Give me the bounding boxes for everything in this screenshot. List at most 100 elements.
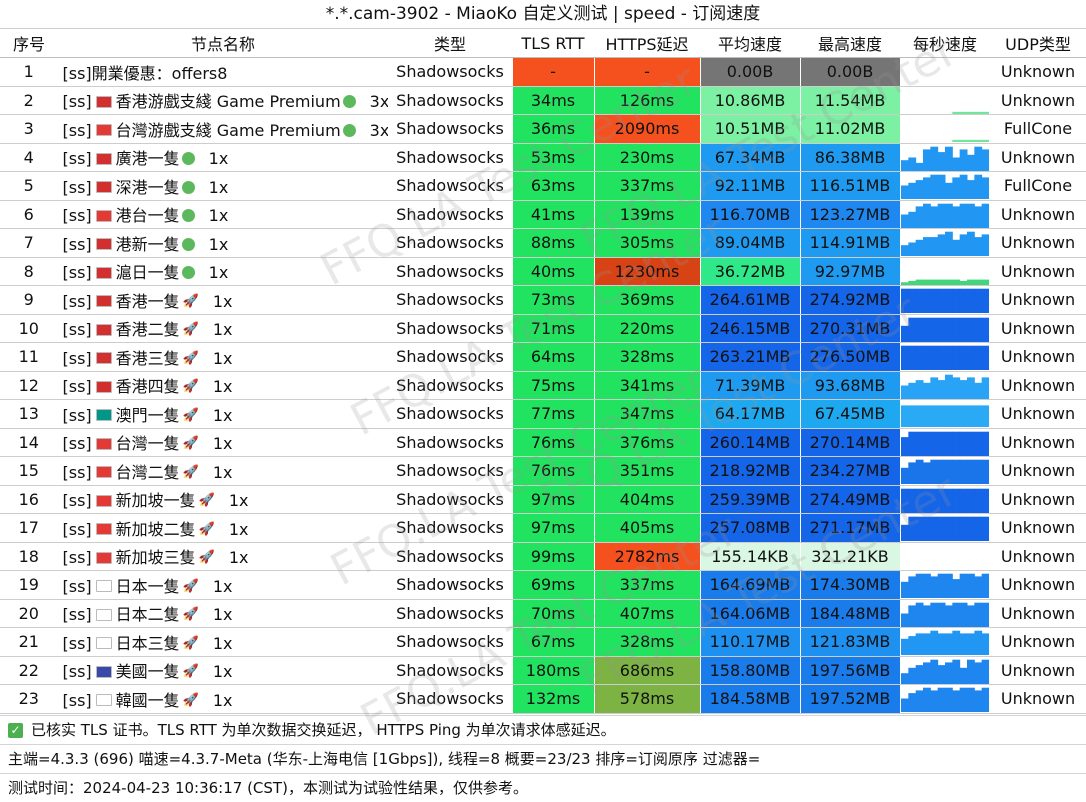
table-row[interactable]: 13 [ss] 澳門一隻 🚀 1x Shadowsocks 77ms 347ms 64.17MB… <box>0 399 1086 429</box>
col-max-speed[interactable]: 最高速度 <box>800 29 900 58</box>
speed-bar <box>922 237 931 256</box>
node-type: Shadowsocks <box>388 143 513 172</box>
col-type[interactable]: 类型 <box>388 29 512 58</box>
tls-note: 已核实 TLS 证书。TLS RTT 为单次数据交换延迟， HTTPS Ping… <box>31 721 616 739</box>
max-speed: 276.50MB <box>800 342 901 372</box>
speed-bar <box>981 376 989 399</box>
table-row[interactable]: 23 [ss] 韓國一隻 🚀 1x Shadowsocks 132ms 578ms 184.58… <box>0 684 1086 714</box>
table-row[interactable]: 19 [ss] 日本一隻 🚀 1x Shadowsocks 69ms 337ms 164.69M… <box>0 570 1086 600</box>
speed-bar <box>973 630 982 655</box>
table-row[interactable]: 10 [ss] 香港二隻 🚀 1x Shadowsocks 71ms 220ms 246.15M… <box>0 314 1086 343</box>
udp-type: Unknown <box>990 371 1086 400</box>
node-name: [ss] 香港二隻 🚀 1x <box>58 314 389 343</box>
speed-bar <box>959 203 967 228</box>
node-label: 韓國一隻 <box>115 690 180 710</box>
table-row[interactable]: 2 [ss] 香港游戲支綫 Game Premium 3x Shadowsocks 34m… <box>0 86 1086 115</box>
speed-bar <box>944 516 953 541</box>
speed-bar <box>944 633 953 655</box>
speed-bar <box>981 177 989 199</box>
col-per-second[interactable]: 每秒速度 <box>900 29 990 58</box>
row-index: 1 <box>0 57 59 87</box>
speed-bar <box>900 385 909 399</box>
tls-rtt: 71ms <box>512 314 595 343</box>
col-avg-speed[interactable]: 平均速度 <box>700 29 800 58</box>
table-row[interactable]: 4 [ss] 廣港一隻 1x Shadowsocks 53ms 230ms 67.34MB 86… <box>0 143 1086 172</box>
speed-bar <box>915 602 923 627</box>
table-row[interactable]: 14 [ss] 台灣一隻 🚀 1x Shadowsocks 76ms 376ms 260.14M… <box>0 428 1086 457</box>
row-index: 19 <box>0 570 59 600</box>
max-speed: 234.27MB <box>800 456 901 486</box>
table-row[interactable]: 20 [ss] 日本二隻 🚀 1x Shadowsocks 70ms 407ms 164.06M… <box>0 599 1086 628</box>
speed-bar <box>973 288 982 313</box>
speed-bar <box>915 379 923 399</box>
flag-icon <box>95 466 112 479</box>
col-index[interactable]: 序号 <box>0 29 58 58</box>
speed-bar <box>966 345 975 370</box>
rocket-icon: 🚀 <box>182 578 199 594</box>
speed-bar <box>959 288 967 313</box>
rate-multiplier: 3x <box>369 92 388 112</box>
speed-sparkline <box>900 573 989 598</box>
table-row[interactable]: 12 [ss] 香港四隻 🚀 1x Shadowsocks 75ms 341ms 71.39MB… <box>0 371 1086 400</box>
speed-graph <box>900 285 991 315</box>
speed-bar <box>944 182 953 199</box>
tls-rtt: 77ms <box>512 399 595 429</box>
avg-speed: 10.51MB <box>700 114 801 144</box>
node-type: Shadowsocks <box>388 513 513 543</box>
green-dot-icon <box>342 95 356 109</box>
node-protocol-tag: [ss] <box>62 206 92 226</box>
table-row[interactable]: 3 [ss] 台灣游戲支綫 Game Premium 3x Shadowsocks 36m… <box>0 114 1086 144</box>
speed-bar <box>973 661 982 684</box>
row-index: 16 <box>0 485 59 514</box>
table-row[interactable]: 5 [ss] 深港一隻 1x Shadowsocks 63ms 337ms 92.11MB 11… <box>0 171 1086 201</box>
node-name: [ss] 港台一隻 1x <box>58 200 389 229</box>
row-index: 13 <box>0 399 59 429</box>
table-row[interactable]: 15 [ss] 台灣二隻 🚀 1x Shadowsocks 76ms 351ms 218.92M… <box>0 456 1086 486</box>
table-row[interactable]: 16 [ss] 新加坡一隻 🚀 1x Shadowsocks 97ms 404ms 259.39… <box>0 485 1086 514</box>
flag-icon <box>95 266 112 279</box>
speed-bar <box>937 431 945 456</box>
table-row[interactable]: 7 [ss] 港新一隻 1x Shadowsocks 88ms 305ms 89.04MB 11… <box>0 228 1086 258</box>
udp-type: Unknown <box>990 513 1086 543</box>
table-row[interactable]: 9 [ss] 香港一隻 🚀 1x Shadowsocks 73ms 369ms 264.61MB… <box>0 285 1086 315</box>
col-node-name[interactable]: 节点名称 <box>58 29 388 58</box>
speed-bar <box>959 234 967 256</box>
speed-bar <box>951 111 960 114</box>
speed-bar <box>937 345 945 370</box>
speed-bar <box>944 573 953 598</box>
https-latency: 347ms <box>594 399 701 429</box>
col-udp-type[interactable]: UDP类型 <box>990 29 1086 58</box>
table-row[interactable]: 1 [ss]開業優惠：offers8 Shadowsocks - -0.00B 0.00B… <box>0 57 1086 87</box>
speed-bar <box>951 317 960 342</box>
table-row[interactable]: 8 [ss] 滬日一隻 1x Shadowsocks 40ms 1230ms 36.72MB 9… <box>0 257 1086 286</box>
node-name: [ss] 日本一隻 🚀 1x <box>58 570 389 600</box>
rate-multiplier: 1x <box>212 434 233 454</box>
speed-graph <box>900 684 991 714</box>
speed-graph <box>900 456 991 486</box>
table-row[interactable]: 22 [ss] 美國一隻 🚀 1x Shadowsocks 180ms 686ms 158.80… <box>0 656 1086 685</box>
tls-rtt: 97ms <box>512 485 595 514</box>
col-https-latency[interactable]: HTTPS延迟 <box>594 29 700 58</box>
avg-speed: 264.61MB <box>700 285 801 315</box>
speed-bar <box>907 604 916 627</box>
speed-bar <box>981 234 989 256</box>
speed-bar <box>959 345 967 370</box>
https-latency: 230ms <box>594 143 701 172</box>
node-protocol-tag: [ss] <box>62 519 92 539</box>
col-tls-rtt[interactable]: TLS RTT <box>512 29 594 58</box>
table-row[interactable]: 11 [ss] 香港三隻 🚀 1x Shadowsocks 64ms 328ms 263.21M… <box>0 342 1086 372</box>
speed-bar <box>944 604 953 627</box>
table-row[interactable]: 21 [ss] 日本三隻 🚀 1x Shadowsocks 67ms 328ms 110.17M… <box>0 627 1086 657</box>
speed-bar <box>973 382 982 399</box>
node-name: [ss] 香港四隻 🚀 1x <box>58 371 389 400</box>
speed-bar <box>944 231 953 256</box>
node-label: 美國一隻 <box>115 662 180 682</box>
max-speed: 11.02MB <box>800 114 901 144</box>
speed-bar <box>973 690 982 712</box>
table-row[interactable]: 6 [ss] 港台一隻 1x Shadowsocks 41ms 139ms 116.70MB 1… <box>0 200 1086 229</box>
rate-multiplier: 1x <box>212 291 233 311</box>
table-row[interactable]: 17 [ss] 新加坡二隻 🚀 1x Shadowsocks 97ms 405ms 257.08… <box>0 513 1086 543</box>
speed-bar <box>922 382 931 399</box>
udp-type: Unknown <box>990 57 1086 87</box>
table-row[interactable]: 18 [ss] 新加坡三隻 🚀 1x Shadowsocks 99ms 2782ms 155.1… <box>0 542 1086 571</box>
